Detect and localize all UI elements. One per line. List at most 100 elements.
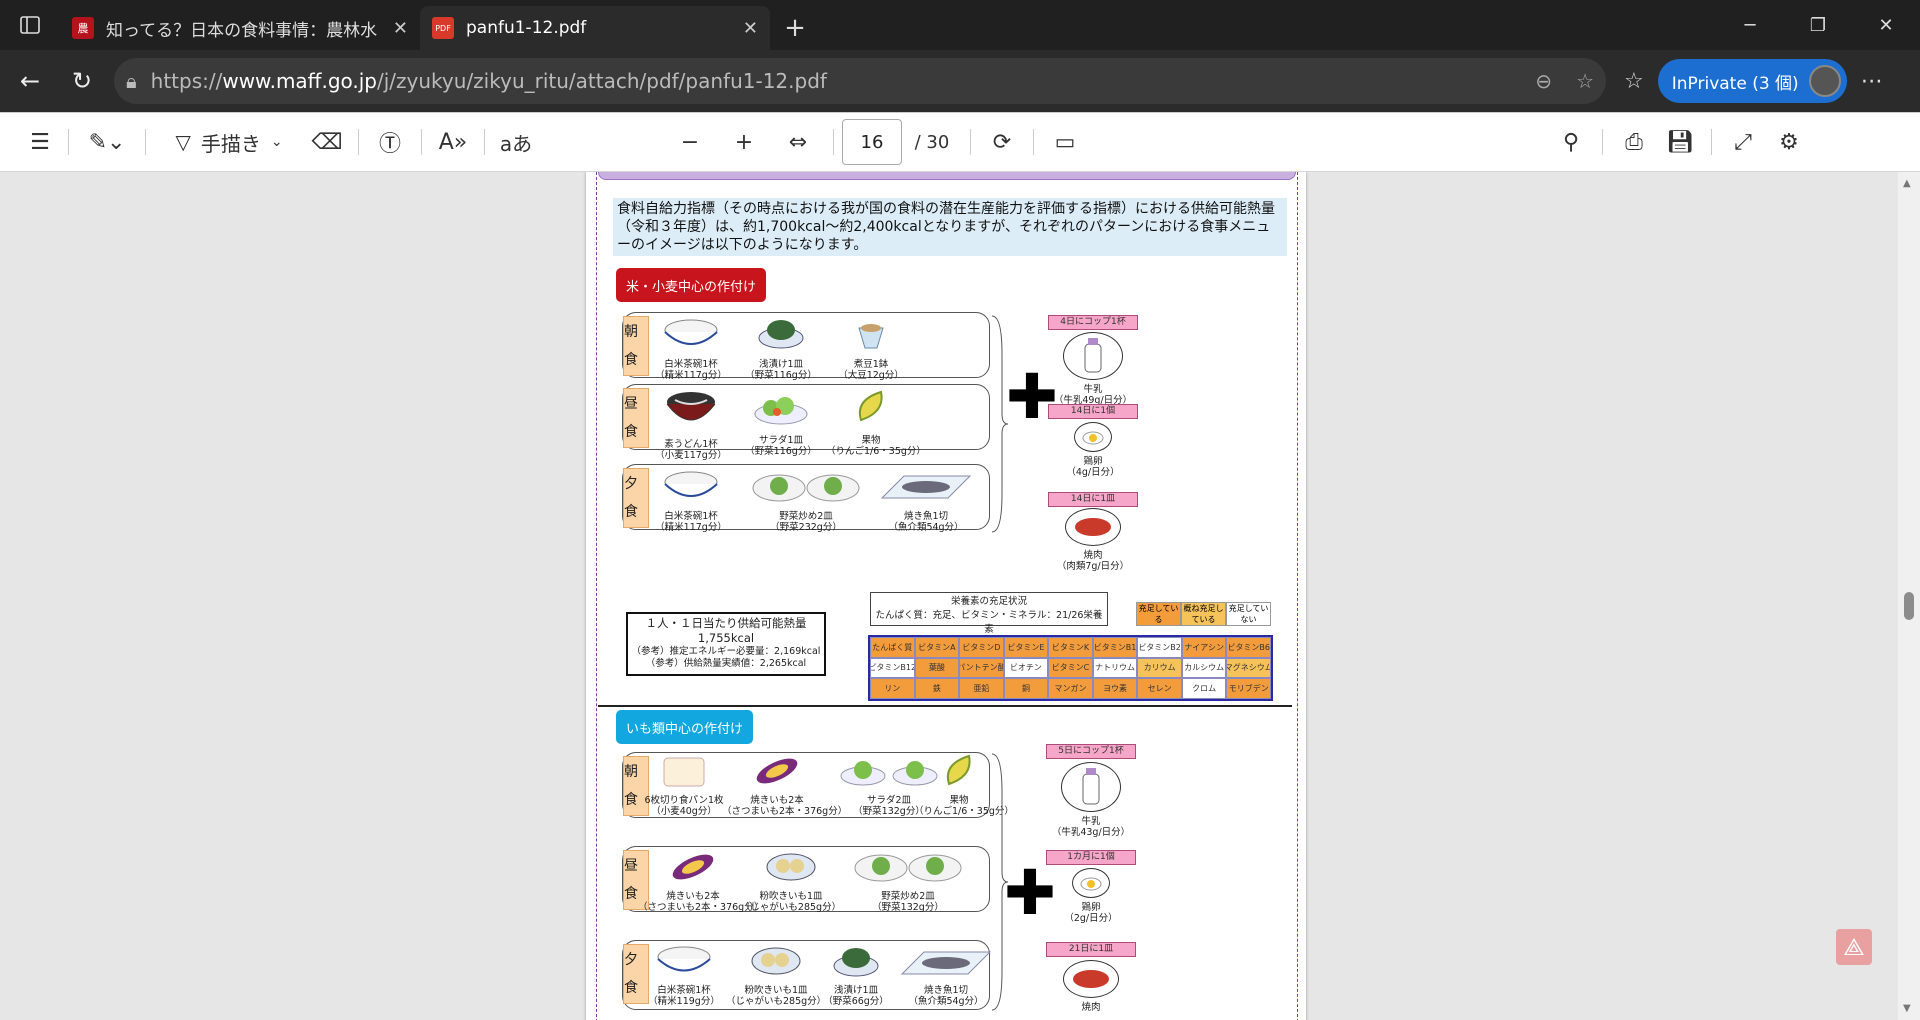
read-aloud-icon[interactable]: A» (430, 120, 476, 164)
apple-slice-icon (859, 390, 883, 422)
nutrient-cell: 鉄 (914, 678, 960, 699)
favorites-icon[interactable]: ☆ (1624, 69, 1644, 94)
nutrient-grid: たんぱく質 ビタミンA ビタミンD ビタミンE ビタミンK ビタミンB1 ビタミンB2 ナイア… (868, 635, 1273, 701)
tab-pdf[interactable]: PDF panfu1-12.pdf ✕ (420, 6, 770, 50)
translate-button[interactable]: aあ (493, 120, 539, 164)
contents-icon[interactable]: ☰ (20, 120, 60, 164)
pdf-favicon-icon: PDF (432, 17, 454, 39)
address-bar-row: ← ↻ 🔒︎ https://www.maff.go.jp/j/zyukyu/z… (0, 50, 1920, 112)
milk-bottle-icon (1084, 338, 1102, 373)
nutrient-cell: ヨウ素 (1092, 678, 1138, 699)
draw-button[interactable]: ▽ 手描き ⌄ (154, 120, 304, 164)
food-item: 野菜炒め2皿 （野菜232g分） (746, 468, 866, 533)
tab-title: panfu1-12.pdf (466, 18, 587, 38)
pdf-page: 食料自給力指標（その時点における我が国の食料の潜在生産能力を評価する指標）におけ… (586, 172, 1306, 1020)
new-tab-button[interactable]: + (770, 6, 820, 50)
nutrient-cell: クロム (1181, 678, 1227, 699)
nutrient-cell: ナトリウム (1092, 657, 1138, 679)
nutrient-cell: ナイアシン (1181, 637, 1227, 658)
page-total: / 30 (914, 131, 950, 153)
maff-favicon-icon: 農 (72, 17, 94, 39)
inprivate-button[interactable]: InPrivate (3 個) (1657, 59, 1847, 103)
nutrient-cell: パントテン酸 (959, 657, 1004, 679)
food-item: 6枚切り食パン1枚 （小麦40g分） (644, 754, 724, 817)
scrollbar-thumb[interactable] (1904, 592, 1914, 620)
highlight-icon[interactable]: ✎⌄ (77, 120, 137, 164)
tab-maff[interactable]: 農 知ってる？日本の食料事情：農林水 ✕ (60, 6, 420, 50)
refresh-icon[interactable]: ↻ (60, 59, 104, 103)
food-item: 煮豆1鉢 （大豆12g分） (826, 316, 916, 381)
food-item: 白米茶碗1杯 （精米117g分） (646, 468, 736, 533)
print-icon[interactable]: ⎙ (1611, 120, 1657, 164)
stir-fry-icon (752, 474, 860, 502)
close-window-icon[interactable]: ✕ (1852, 0, 1920, 50)
potato-bowl-icon (751, 947, 801, 975)
page-number-input[interactable]: 16 (842, 119, 902, 165)
section-rice-wheat: 米・小麦中心の作付け (616, 268, 767, 302)
rotate-icon[interactable]: ⟳ (979, 120, 1025, 164)
nutrient-cell: ビタミンB6 (1226, 637, 1271, 658)
tab-actions-icon[interactable] (0, 0, 60, 50)
page-view-icon[interactable]: ▭ (1042, 120, 1088, 164)
tab-title: 知ってる？日本の食料事情：農林水 (106, 20, 378, 41)
more-menu-icon[interactable]: ⋯ (1861, 69, 1883, 94)
nutrient-cell: マンガン (1048, 678, 1093, 699)
search-icon[interactable]: ⚲ (1548, 120, 1594, 164)
nutrient-cell: カリウム (1137, 657, 1182, 679)
zoom-out-icon[interactable]: ⊖ (1535, 69, 1552, 93)
acrobat-icon[interactable]: ⟁ (1836, 929, 1872, 965)
potato-bowl-icon (766, 853, 816, 881)
nutrient-cell: ビタミンA (914, 637, 960, 658)
eraser-icon[interactable]: ⌫ (304, 120, 350, 164)
text-box-icon[interactable]: Ⓣ (367, 120, 413, 164)
close-tab-icon[interactable]: ✕ (743, 18, 758, 39)
sweet-potato-icon (756, 758, 798, 784)
milk-bottle-icon (1082, 768, 1100, 805)
egg-item: 鶏卵 （2g/日分） (1046, 868, 1136, 924)
url-text: https://www.maff.go.jp/j/zyukyu/zikyu_ri… (150, 69, 827, 93)
fit-page-icon[interactable]: ⇔ (771, 120, 825, 164)
zoom-out-button[interactable]: − (663, 120, 717, 164)
back-icon[interactable]: ← (8, 59, 52, 103)
food-item: 焼きいも2本 （さつまいも2本・376g分） (638, 850, 763, 913)
grilled-meat-icon (1075, 518, 1111, 536)
food-item: 白米茶碗1杯 （精米117g分） (646, 316, 736, 381)
tab-strip: 農 知ってる？日本の食料事情：農林水 ✕ PDF panfu1-12.pdf ✕… (0, 0, 1920, 50)
food-item: 焼きいも2本 （さつまいも2本・376g分） (722, 754, 847, 817)
close-tab-icon[interactable]: ✕ (393, 18, 408, 39)
favorite-star-icon[interactable]: ☆ (1576, 69, 1594, 93)
url-field[interactable]: 🔒︎ https://www.maff.go.jp/j/zyukyu/zikyu… (114, 58, 1606, 104)
minimize-icon[interactable]: ─ (1716, 0, 1784, 50)
nutrient-cell: セレン (1137, 678, 1182, 699)
nutrient-cell: ビオチン (1003, 657, 1049, 679)
rice-bowl-icon (657, 946, 711, 972)
nutrient-cell: 亜鉛 (959, 678, 1004, 699)
salad-icon (754, 397, 808, 425)
calorie-summary-box: １人・１日当たり供給可能熱量 1,755kcal （参考）推定エネルギー必要量：… (626, 612, 826, 676)
chevron-down-icon: ⌄ (270, 134, 283, 150)
fullscreen-icon[interactable]: ⤢ (1720, 120, 1766, 164)
pen-icon: ▽ (175, 130, 191, 154)
food-item: 焼き魚1切 （魚介類54g分） (876, 468, 976, 533)
section-potato: いも類中心の作付け (616, 710, 754, 744)
grilled-fish-icon (880, 475, 972, 499)
zoom-in-button[interactable]: + (717, 120, 771, 164)
settings-gear-icon[interactable]: ⚙ (1766, 120, 1812, 164)
vertical-scrollbar[interactable]: ▲ ▼ (1898, 172, 1920, 1020)
nutrient-cell: 葉酸 (914, 657, 960, 679)
scroll-up-icon: ▲ (1903, 178, 1911, 189)
food-item: 白米茶碗1杯 （精米119g分） (644, 944, 724, 1007)
grilled-meat-icon (1073, 970, 1109, 988)
avatar (1808, 65, 1841, 97)
nutrient-cell: ビタミンB2 (1137, 637, 1182, 658)
nutrient-cell: ビタミンB12 (870, 657, 915, 679)
egg-icon (1080, 877, 1102, 891)
egg-item: 鶏卵 （4g/日分） (1048, 422, 1138, 478)
pickles-icon (833, 948, 879, 977)
save-icon[interactable]: 💾︎ (1657, 120, 1703, 164)
restore-icon[interactable]: ❐ (1784, 0, 1852, 50)
frequency-tag: 4日にコップ1杯 (1048, 315, 1138, 330)
food-item: サラダ1皿 （野菜116g分） (736, 388, 826, 457)
lock-icon[interactable]: 🔒︎ (126, 69, 137, 93)
intro-text: 食料自給力指標（その時点における我が国の食料の潜在生産能力を評価する指標）におけ… (613, 198, 1287, 256)
